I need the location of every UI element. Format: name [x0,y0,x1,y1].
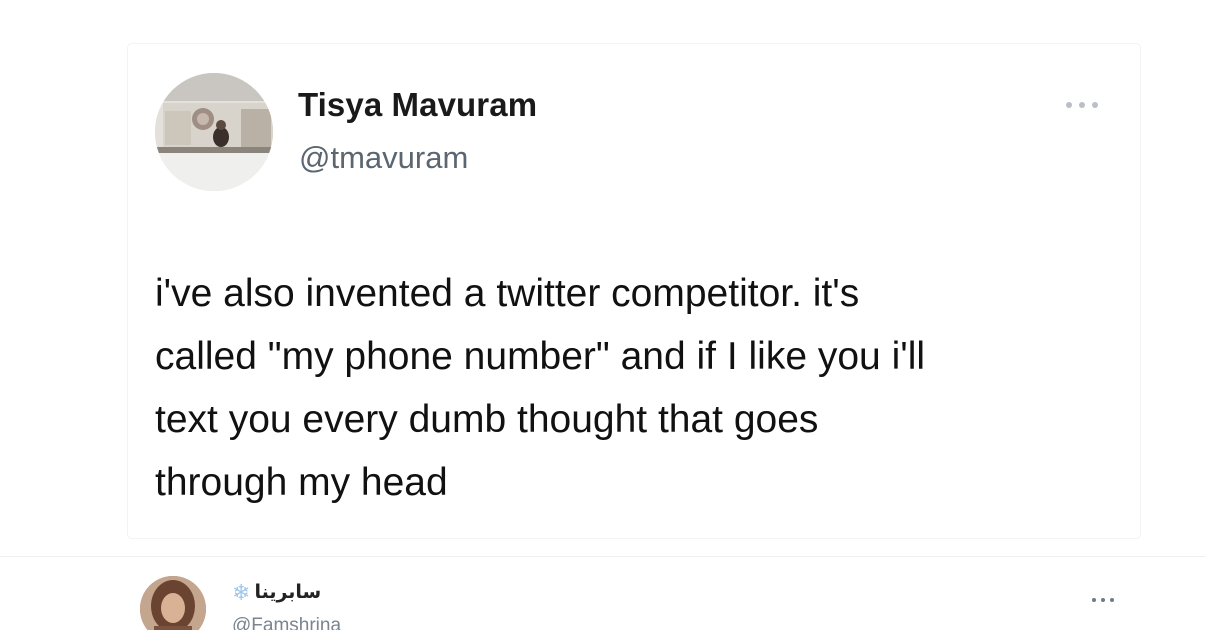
tweet-text: i've also invented a twitter competitor.… [155,272,926,504]
reply-author-avatar[interactable] [140,576,206,630]
snowflake-icon: ❄ [232,579,251,605]
author-handle[interactable]: @tmavuram [299,140,468,176]
reply-author-handle[interactable]: @Famshrina [232,615,341,630]
author-avatar[interactable] [155,73,273,191]
more-options-button[interactable] [1060,90,1104,120]
reply-avatar-photo [140,576,206,630]
reply-more-options-button[interactable] [1088,590,1118,610]
reply-author-name[interactable]: ❄ سابرينا [232,581,321,604]
screenshot-page: Tisya Mavuram @tmavuram i've also invent… [0,0,1206,630]
author-name[interactable]: Tisya Mavuram [298,86,537,124]
reply-author-name-text: سابرينا [254,582,322,603]
avatar-photo [155,73,273,191]
divider [0,556,1206,557]
